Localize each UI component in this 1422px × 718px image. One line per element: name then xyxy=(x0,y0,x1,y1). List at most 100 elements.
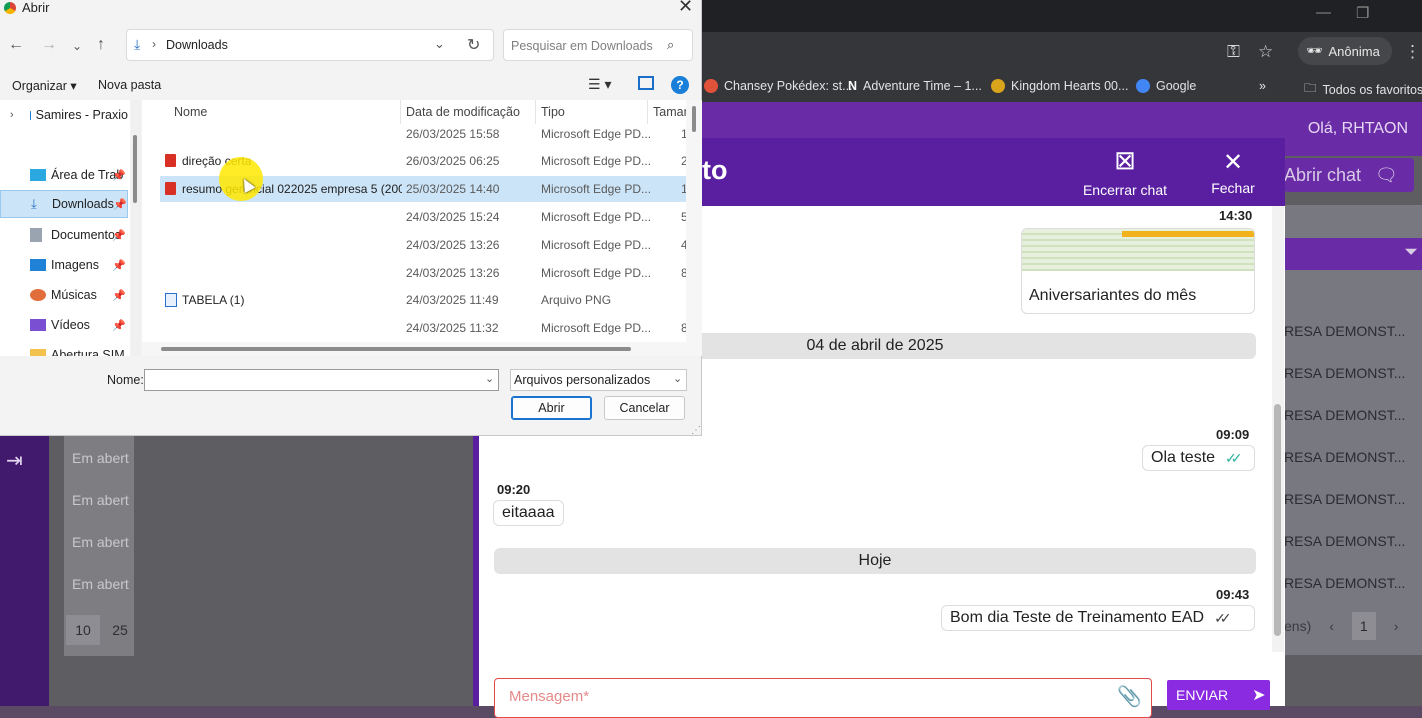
file-list-hscrollbar-thumb[interactable] xyxy=(161,347,631,351)
sent-message: Bom dia Teste de Treinamento EAD ✓✓ xyxy=(941,605,1255,631)
file-row[interactable]: TABELA (1) 24/03/2025 11:49 Arquivo PNG xyxy=(160,287,686,313)
nav-item-music[interactable]: Músicas 📌 xyxy=(0,281,128,309)
nav-label: Vídeos xyxy=(51,318,90,332)
forward-arrow-icon[interactable]: → xyxy=(41,36,57,54)
view-options-icon[interactable]: ☰ ▾ xyxy=(588,76,611,93)
pin-icon: 📌 xyxy=(112,229,126,242)
page-size-25[interactable]: 25 xyxy=(103,615,137,645)
bookmark-kingdom-hearts[interactable]: Kingdom Hearts 00... xyxy=(991,79,1128,93)
open-chat-button[interactable]: Abrir chat 🗨 xyxy=(1284,158,1414,192)
thumbnail-header xyxy=(1122,231,1254,237)
file-row[interactable]: 24/03/2025 13:26 Microsoft Edge PD... 4 xyxy=(160,232,688,258)
minimize-icon[interactable]: — xyxy=(1316,4,1331,21)
up-arrow-icon[interactable]: ↑ xyxy=(97,36,105,54)
file-type: Microsoft Edge PD... xyxy=(541,154,652,168)
browser-menu-icon[interactable]: ⋮ xyxy=(1404,42,1421,62)
all-bookmarks-button[interactable]: 🗀 Todos os favoritos xyxy=(1304,79,1422,100)
chevron-double-right-icon: » xyxy=(1259,79,1266,93)
current-page[interactable]: 1 xyxy=(1351,612,1376,640)
file-row[interactable]: 24/03/2025 13:26 Microsoft Edge PD... 8 xyxy=(160,260,688,286)
chevron-down-icon[interactable]: ⌄ xyxy=(673,372,682,385)
cloud-icon xyxy=(30,110,31,120)
bookmarks-overflow-button[interactable]: » xyxy=(1259,79,1266,93)
organize-menu[interactable]: Organizar ▾ xyxy=(12,78,77,93)
bookmark-chansey[interactable]: Chansey Pokédex: st... xyxy=(704,79,853,93)
message-text: Ola teste xyxy=(1151,449,1216,466)
bookmark-label: Kingdom Hearts 00... xyxy=(1011,79,1129,93)
column-header-type[interactable]: Tipo xyxy=(541,105,565,119)
chevron-right-icon[interactable]: › xyxy=(1394,618,1399,634)
logout-icon[interactable]: ⇥ xyxy=(6,448,23,473)
open-button[interactable]: Abrir xyxy=(511,396,592,420)
table-row-status: Em abert xyxy=(72,534,129,550)
preview-pane-icon[interactable] xyxy=(638,76,654,90)
profile-label: Anônima xyxy=(1328,43,1380,59)
file-name: TABELA (1) xyxy=(182,293,245,307)
nav-item-folder[interactable]: Abertura SIM xyxy=(0,341,128,356)
file-type: Microsoft Edge PD... xyxy=(541,210,652,224)
file-list-vscrollbar[interactable] xyxy=(686,100,702,356)
breadcrumb-downloads[interactable]: Downloads xyxy=(166,38,228,52)
pdf-icon xyxy=(165,182,176,195)
message-input[interactable] xyxy=(494,678,1152,718)
cancel-button[interactable]: Cancelar xyxy=(604,396,685,420)
new-folder-button[interactable]: Nova pasta xyxy=(98,78,161,92)
page-size-10[interactable]: 10 xyxy=(66,615,100,645)
file-row[interactable]: 24/03/2025 15:24 Microsoft Edge PD... 5 xyxy=(160,204,688,230)
nav-scrollbar-thumb[interactable] xyxy=(133,135,137,203)
end-chat-button[interactable]: ⊠ Encerrar chat xyxy=(1076,146,1174,198)
paperclip-icon[interactable]: 📎 xyxy=(1117,684,1142,709)
file-type-filter[interactable]: Arquivos personalizados xyxy=(510,369,687,391)
search-placeholder: Pesquisar em Downloads xyxy=(511,39,653,53)
nav-item-documents[interactable]: Documentos 📌 xyxy=(0,221,128,249)
pagination: ens) ‹ 1 › xyxy=(1284,612,1398,640)
resize-grip-icon[interactable]: ⋰ xyxy=(691,425,701,436)
search-icon[interactable]: ⌕ xyxy=(667,37,674,53)
crown-icon xyxy=(991,79,1005,93)
file-date: 24/03/2025 11:49 xyxy=(406,293,499,307)
column-header-name[interactable]: Nome xyxy=(174,105,207,119)
password-key-icon[interactable]: ⚿ xyxy=(1227,42,1240,62)
nav-label: Imagens xyxy=(51,258,99,272)
n-logo-icon: N xyxy=(848,79,858,93)
chevron-down-icon[interactable]: ⌄ xyxy=(485,372,494,385)
restore-icon[interactable]: ❐ xyxy=(1356,4,1369,22)
nav-item-onedrive[interactable]: › Samires - Praxio xyxy=(0,101,128,129)
bookmark-google[interactable]: Google xyxy=(1136,79,1196,93)
google-icon xyxy=(1136,79,1150,93)
column-header-size[interactable]: Taman xyxy=(653,105,691,119)
images-icon xyxy=(30,259,46,271)
filename-input[interactable] xyxy=(144,369,499,391)
company-cell: RESA DEMONST... xyxy=(1284,491,1406,507)
file-row[interactable]: 26/03/2025 15:58 Microsoft Edge PD... 1 xyxy=(160,121,688,147)
recent-locations-icon[interactable]: ⌄ xyxy=(72,39,82,53)
file-date: 24/03/2025 13:26 xyxy=(406,266,500,280)
image-file-icon xyxy=(165,293,177,307)
bookmark-adventure-time[interactable]: N Adventure Time – 1... xyxy=(848,79,982,93)
chevron-left-icon[interactable]: ‹ xyxy=(1329,618,1334,634)
refresh-icon[interactable]: ↻ xyxy=(467,35,480,55)
close-icon[interactable]: ✕ xyxy=(678,0,693,17)
incognito-profile-button[interactable]: 🕶 Anônima xyxy=(1298,37,1392,65)
file-list-vscrollbar-thumb[interactable] xyxy=(692,106,696,132)
table-row-status: Em abert xyxy=(72,492,129,508)
image-message[interactable]: Aniversariantes do mês xyxy=(1021,228,1255,314)
close-chat-button[interactable]: ✕ Fechar xyxy=(1204,151,1262,197)
nav-item-downloads[interactable]: ⤓ Downloads 📌 xyxy=(0,190,128,218)
nav-item-desktop[interactable]: Área de Trab 📌 xyxy=(0,161,128,189)
column-header-date[interactable]: Data de modificação xyxy=(406,105,520,119)
file-row[interactable]: 24/03/2025 11:32 Microsoft Edge PD... 8 xyxy=(160,315,688,341)
back-arrow-icon[interactable]: ← xyxy=(8,36,24,54)
help-icon[interactable]: ? xyxy=(671,76,689,94)
file-type: Arquivo PNG xyxy=(541,293,612,307)
table-row-status: Em abert xyxy=(72,576,129,592)
filter-icon[interactable]: ⏷ xyxy=(1404,242,1418,262)
chevron-down-icon[interactable]: ⌄ xyxy=(434,36,445,52)
nav-item-images[interactable]: Imagens 📌 xyxy=(0,251,128,279)
bookmark-star-icon[interactable]: ☆ xyxy=(1258,42,1273,62)
expand-chevron-icon[interactable]: › xyxy=(10,109,14,121)
nav-label: Samires - Praxio xyxy=(35,108,128,122)
chat-scrollbar-thumb[interactable] xyxy=(1274,404,1281,636)
nav-item-videos[interactable]: Vídeos 📌 xyxy=(0,311,128,339)
desktop-icon xyxy=(30,169,46,181)
